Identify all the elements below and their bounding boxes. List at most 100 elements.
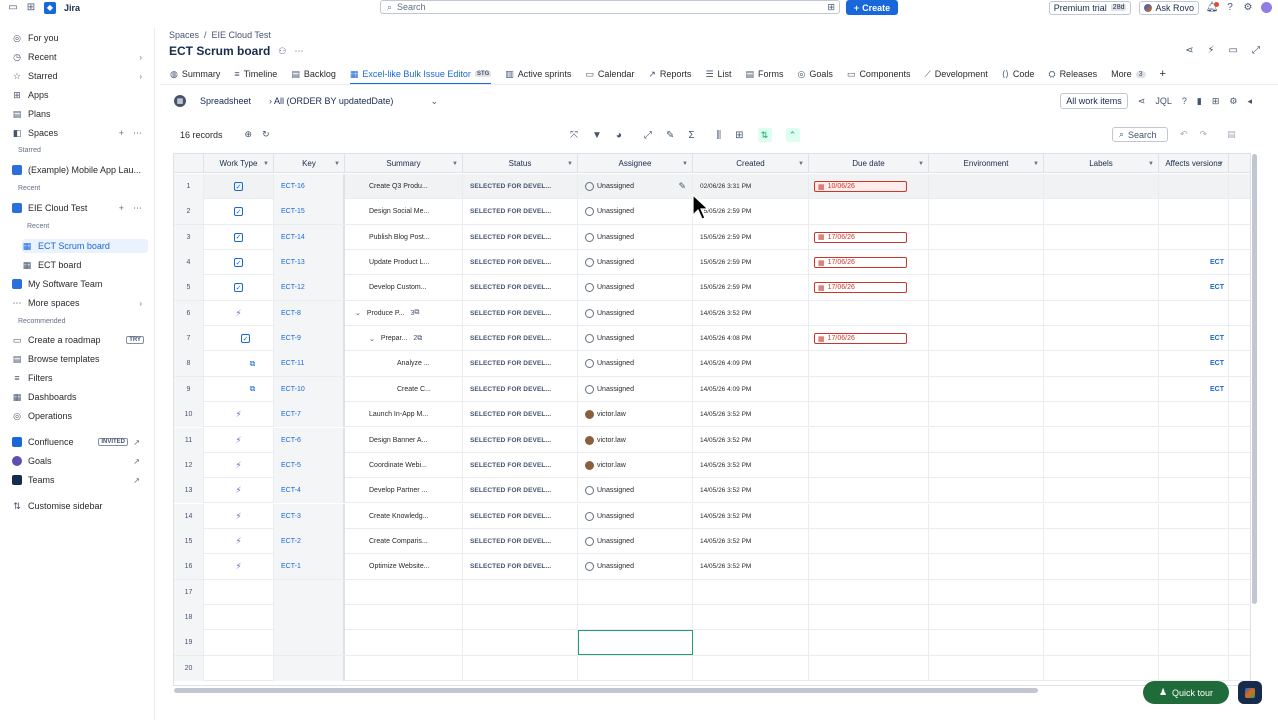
work-type-cell[interactable]: ⧉	[204, 351, 274, 377]
due-date-cell[interactable]	[809, 528, 929, 554]
tab-forms[interactable]: ▤ Forms	[746, 66, 784, 82]
breadcrumb-spaces[interactable]: Spaces	[169, 30, 199, 40]
table-row[interactable]: 1 ✓ ECT-16 Create Q3 Produ... SELECTED FOR D…	[174, 174, 1250, 200]
environment-cell[interactable]	[929, 503, 1044, 529]
vertical-scrollbar[interactable]	[1252, 154, 1257, 604]
empty-cell[interactable]	[929, 604, 1044, 630]
environment-cell[interactable]	[929, 224, 1044, 250]
affects-versions-cell[interactable]: ECT	[1159, 351, 1229, 377]
empty-cell[interactable]	[204, 579, 274, 605]
column-menu-icon[interactable]: ▼	[567, 161, 573, 167]
save-icon[interactable]: ▤	[1227, 129, 1236, 140]
tab-timeline[interactable]: ≡ Timeline	[234, 66, 277, 82]
all-work-items-button[interactable]: All work items	[1060, 93, 1128, 109]
labels-cell[interactable]	[1044, 174, 1159, 199]
due-date-cell[interactable]	[809, 199, 929, 225]
empty-cell[interactable]	[463, 604, 578, 630]
empty-cell[interactable]	[693, 579, 809, 605]
summary-cell[interactable]: Optimize Website...	[345, 554, 463, 580]
tab-components[interactable]: ▭ Components	[847, 66, 911, 82]
status-cell[interactable]: SELECTED FOR DEVEL...	[463, 376, 578, 402]
work-type-cell[interactable]: ⚡	[204, 452, 274, 478]
empty-cell[interactable]	[809, 579, 929, 605]
labels-cell[interactable]	[1044, 427, 1159, 453]
affects-versions-cell[interactable]	[1159, 300, 1229, 326]
environment-cell[interactable]	[929, 199, 1044, 225]
empty-cell[interactable]	[345, 579, 463, 605]
environment-cell[interactable]	[929, 351, 1044, 377]
environment-cell[interactable]	[929, 427, 1044, 453]
affects-versions-cell[interactable]	[1159, 554, 1229, 580]
app-switcher-icon[interactable]: ⊞	[26, 2, 36, 13]
column-menu-icon[interactable]: ▼	[1148, 161, 1154, 167]
labels-cell[interactable]	[1044, 503, 1159, 529]
table-row[interactable]: 3 ✓ ECT-14 Publish Blog Post... SELECTED FOR…	[174, 224, 1250, 250]
column-header-created[interactable]: Created ▼	[693, 154, 809, 173]
summary-cell[interactable]: Coordinate Webi...	[345, 452, 463, 478]
summary-cell[interactable]: Design Banner A...	[345, 427, 463, 453]
environment-cell[interactable]	[929, 528, 1044, 554]
environment-cell[interactable]	[929, 300, 1044, 326]
column-menu-icon[interactable]: ▼	[1218, 161, 1224, 167]
labels-cell[interactable]	[1044, 478, 1159, 504]
work-type-cell[interactable]: ⚡	[204, 300, 274, 326]
labels-cell[interactable]	[1044, 351, 1159, 377]
quick-tour-button[interactable]: ♟ Quick tour	[1143, 681, 1229, 704]
labels-cell[interactable]	[1044, 199, 1159, 225]
empty-cell[interactable]	[1159, 655, 1229, 681]
environment-cell[interactable]	[929, 250, 1044, 276]
summary-cell[interactable]: ⌄ Prepar... 2 ⧉	[345, 326, 463, 352]
summary-cell[interactable]: Design Social Me...	[345, 199, 463, 225]
assignee-cell[interactable]: Unassigned	[578, 478, 693, 504]
status-cell[interactable]: SELECTED FOR DEVEL...	[463, 503, 578, 529]
assignee-cell[interactable]: victor.law	[578, 402, 693, 428]
empty-cell[interactable]	[929, 579, 1044, 605]
work-type-cell[interactable]: ✓	[204, 199, 274, 225]
jql-button[interactable]: JQL	[1155, 96, 1172, 106]
share-icon[interactable]: ⋖	[1138, 96, 1146, 107]
environment-cell[interactable]	[929, 452, 1044, 478]
status-cell[interactable]: SELECTED FOR DEVEL...	[463, 326, 578, 352]
issue-key-link[interactable]: ECT-6	[274, 427, 345, 453]
premium-trial-button[interactable]: Premium trial 28d	[1048, 0, 1132, 15]
table-row[interactable]: 9 ⧉ ECT-10 Create C... SELECTED FOR DEVEL...…	[174, 376, 1250, 403]
sidebar-item-create-roadmap[interactable]: ▭ Create a roadmap TRY	[12, 333, 150, 347]
feedback-icon[interactable]: ▭	[1229, 45, 1238, 56]
table-row[interactable]: 15 ⚡ ECT-2 Create Comparis... SELECTED FOR D…	[174, 528, 1250, 555]
empty-cell[interactable]	[1159, 604, 1229, 630]
assignee-cell[interactable]: victor.law	[578, 427, 693, 453]
column-menu-icon[interactable]: ▼	[452, 161, 458, 167]
assignee-cell[interactable]: Unassigned	[578, 376, 693, 402]
table-row[interactable]: 12 ⚡ ECT-5 Coordinate Webi... SELECTED FOR D…	[174, 452, 1250, 479]
empty-cell[interactable]	[929, 630, 1044, 656]
sidebar-toggle-icon[interactable]: ▭	[8, 2, 18, 13]
sidebar-item-starred[interactable]: ☆ Starred ›	[12, 69, 150, 83]
ask-rovo-button[interactable]: Ask Rovo	[1139, 0, 1199, 15]
due-date-cell[interactable]: ▦ 17/06/26	[809, 224, 929, 250]
sidebar-item-eie-cloud-test[interactable]: EIE Cloud Test + ⋯	[12, 201, 150, 215]
due-date-cell[interactable]	[809, 351, 929, 377]
work-type-cell[interactable]: ⚡	[204, 402, 274, 428]
environment-cell[interactable]	[929, 376, 1044, 402]
add-record-icon[interactable]: ⊕	[245, 129, 253, 140]
tab-calendar[interactable]: ▭ Calendar	[585, 66, 634, 82]
empty-cell[interactable]	[809, 604, 929, 630]
sidebar-item-recent[interactable]: ◷ Recent ›	[12, 50, 150, 64]
issue-key-link[interactable]: ECT-14	[274, 224, 345, 250]
help-icon[interactable]: ?	[1225, 2, 1235, 13]
import-icon[interactable]: ▮	[1197, 96, 1202, 107]
column-header-work-type[interactable]: Work Type ▼	[204, 154, 274, 173]
empty-cell[interactable]	[1044, 630, 1159, 656]
status-cell[interactable]: SELECTED FOR DEVEL...	[463, 351, 578, 377]
tab-reports[interactable]: ↗ Reports	[648, 66, 691, 82]
empty-cell[interactable]	[1159, 630, 1229, 656]
team-icon[interactable]: ⚇	[278, 46, 286, 57]
empty-cell[interactable]	[693, 630, 809, 656]
affects-versions-cell[interactable]: ECT	[1159, 376, 1229, 402]
automation-icon[interactable]: ⚡	[1208, 45, 1215, 56]
labels-cell[interactable]	[1044, 554, 1159, 580]
status-cell[interactable]: SELECTED FOR DEVEL...	[463, 174, 578, 199]
issue-key-link[interactable]: ECT-4	[274, 478, 345, 504]
column-header-affects-versions[interactable]: Affects versions ▼	[1159, 154, 1229, 173]
issue-key-link[interactable]: ECT-9	[274, 326, 345, 352]
